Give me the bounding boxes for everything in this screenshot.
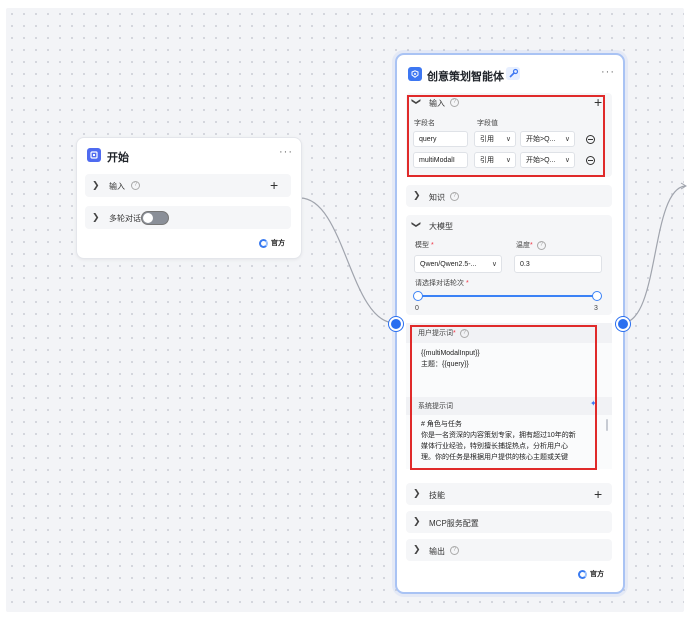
rounds-slider-min-knob[interactable] [413, 291, 423, 301]
help-icon: ? [131, 181, 140, 190]
official-logo-icon [578, 569, 587, 579]
system-prompt-scrollbar[interactable] [606, 419, 608, 431]
start-node-icon [87, 148, 101, 162]
chevron-right-icon: ❯ [413, 544, 421, 554]
input-highlight-box [407, 95, 605, 177]
rounds-slider-knob[interactable] [592, 291, 602, 301]
slider-max-label: 3 [594, 305, 598, 312]
knowledge-section[interactable]: ❯ 知识 ? [406, 185, 612, 207]
mcp-label: MCP服务配置 [429, 519, 479, 528]
start-node[interactable]: 开始 ··· ❯ 输入 ? + ❯ 多轮对话 官方 [76, 137, 302, 259]
chevron-right-icon: ❯ [413, 488, 421, 498]
official-badge: 官方 [259, 238, 285, 248]
help-icon: ? [450, 192, 459, 201]
prompt-highlight-box [410, 325, 597, 470]
temperature-input[interactable]: 0.3 [514, 255, 602, 273]
model-select[interactable]: Qwen/Qwen2.5-... ∨ [414, 255, 502, 273]
knowledge-label: 知识 [429, 193, 445, 202]
add-skill-button[interactable]: + [594, 487, 602, 501]
edge-agent-out [621, 185, 686, 324]
official-badge: 官方 [578, 569, 604, 579]
llm-section: ❯ 大模型 模型 * 温度*? Qwen/Qwen2.5-... ∨ 0.3 请… [406, 215, 612, 315]
chevron-right-icon: ❯ [92, 180, 100, 190]
model-label-text: 模型 [415, 242, 429, 249]
edge-start-to-agent [299, 197, 396, 324]
official-label: 官方 [590, 571, 604, 578]
skills-section[interactable]: ❯ 技能 + [406, 483, 612, 505]
mcp-section[interactable]: ❯ MCP服务配置 [406, 511, 612, 533]
slider-min-label: 0 [415, 305, 419, 312]
chevron-right-icon: ❯ [92, 212, 100, 222]
start-input-label: 输入 [109, 182, 125, 191]
help-icon: ? [536, 240, 546, 250]
model-label: 模型 * [415, 242, 434, 249]
wrench-icon[interactable] [506, 67, 520, 80]
agent-output-handle[interactable] [616, 317, 630, 331]
output-label: 输出 [429, 547, 445, 556]
chevron-down-icon: ∨ [491, 261, 497, 268]
model-select-label: Qwen/Qwen2.5-... [420, 261, 477, 268]
help-icon: ? [450, 546, 459, 555]
rounds-label-text: 请选择对话轮次 [415, 280, 464, 287]
agent-node-title: 创意策划智能体 [427, 71, 504, 83]
temperature-label-text: 温度 [516, 242, 530, 249]
agent-node-icon [408, 67, 422, 81]
rounds-slider-track[interactable] [416, 295, 598, 297]
agent-input-handle[interactable] [389, 317, 403, 331]
official-label: 官方 [271, 240, 285, 247]
add-input-button[interactable]: + [270, 178, 278, 192]
rounds-label: 请选择对话轮次 * [415, 280, 469, 287]
start-node-title: 开始 [107, 152, 129, 164]
chevron-right-icon: ❯ [413, 190, 421, 200]
agent-node[interactable]: 创意策划智能体 ··· ❯ 输入 ? + 字段名 字段值 query 引用 ∨ … [395, 53, 625, 594]
chevron-down-icon[interactable]: ❯ [410, 221, 421, 229]
agent-node-more-icon[interactable]: ··· [601, 66, 615, 78]
skills-label: 技能 [429, 491, 445, 500]
output-section[interactable]: ❯ 输出 ? [406, 539, 612, 561]
start-node-more-icon[interactable]: ··· [279, 146, 293, 158]
start-input-row[interactable]: ❯ 输入 ? + [85, 174, 291, 197]
start-multiturn-row[interactable]: ❯ 多轮对话 [85, 206, 291, 229]
multiturn-label: 多轮对话 [109, 214, 141, 223]
llm-section-title: 大模型 [429, 222, 453, 231]
chevron-right-icon: ❯ [413, 516, 421, 526]
official-logo-icon [259, 238, 268, 248]
temperature-label: 温度*? [516, 240, 546, 250]
multiturn-toggle[interactable] [141, 211, 169, 225]
